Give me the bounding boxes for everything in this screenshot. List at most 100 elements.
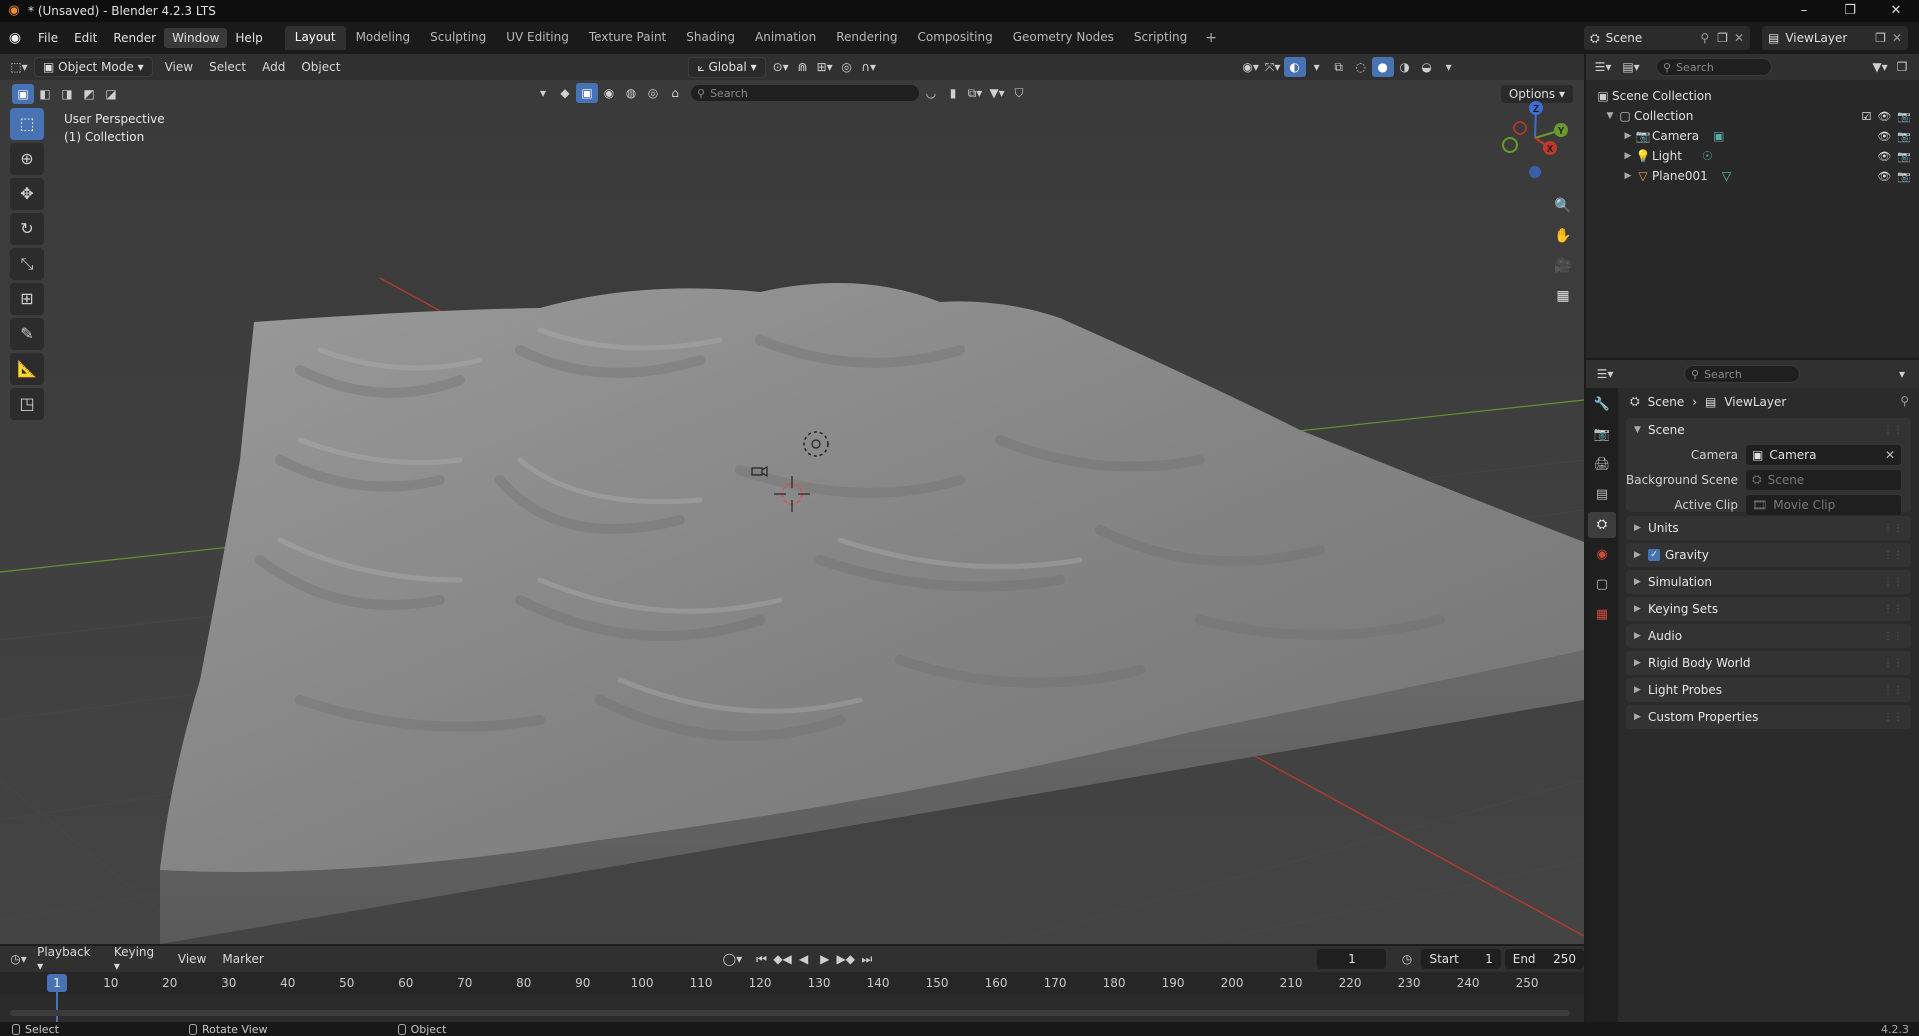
- collection-render-icon[interactable]: 📷: [1897, 110, 1911, 123]
- jump-keyframe-back-icon[interactable]: ◆◀: [772, 949, 793, 969]
- scale-tool[interactable]: ⤡: [10, 248, 44, 280]
- menu-edit[interactable]: Edit: [66, 28, 105, 48]
- zoom-icon[interactable]: 🔍: [1550, 193, 1576, 219]
- minimize-button[interactable]: –: [1781, 0, 1827, 22]
- render-tab-icon[interactable]: 📷: [1588, 422, 1616, 448]
- timeline-menu-playback[interactable]: Playback ▾: [29, 943, 106, 975]
- select-subtract-icon[interactable]: ◨: [56, 84, 78, 104]
- add-workspace-button[interactable]: +: [1197, 26, 1225, 50]
- plane-visibility-icon[interactable]: 👁: [1877, 170, 1891, 183]
- drag-handle-icon[interactable]: ⋮⋮: [1883, 631, 1903, 642]
- texture-tab-icon[interactable]: ▦: [1588, 602, 1616, 628]
- light-visibility-icon[interactable]: 👁: [1877, 150, 1891, 163]
- 3d-viewport[interactable]: ▣ ◧ ◨ ◩ ◪ ▾ ◆ ▣ ◉ ◍ ◎ ⌂ ⚲ Search ◡ ▮ ⧉▾ …: [0, 80, 1584, 944]
- surface-filter-icon[interactable]: ◍: [620, 83, 642, 103]
- annotate-tool[interactable]: ✎: [10, 318, 44, 350]
- collection-expand-icon[interactable]: ▼: [1604, 111, 1616, 121]
- tab-modeling[interactable]: Modeling: [346, 26, 421, 50]
- perspective-toggle-icon[interactable]: ▦: [1550, 283, 1576, 309]
- menu-render[interactable]: Render: [105, 28, 164, 48]
- overlays-icon[interactable]: ◐: [1283, 57, 1306, 77]
- timeline-menu-marker[interactable]: Marker: [214, 950, 271, 968]
- properties-editor-type-icon[interactable]: ☰▾: [1594, 364, 1616, 384]
- gravity-checkbox[interactable]: ✓: [1648, 549, 1660, 561]
- rendered-shading-icon[interactable]: ◒: [1416, 57, 1438, 77]
- mesh-filter-icon[interactable]: ▣: [576, 83, 598, 103]
- keying-sets-panel[interactable]: ▶ Keying Sets ⋮⋮: [1626, 597, 1911, 621]
- tab-sculpting[interactable]: Sculpting: [420, 26, 496, 50]
- close-button[interactable]: ✕: [1873, 0, 1919, 22]
- measure-tool[interactable]: 📐: [10, 353, 44, 385]
- auto-keying-icon[interactable]: ◯▾: [722, 949, 743, 969]
- drag-handle-icon[interactable]: ⋮⋮: [1883, 712, 1903, 723]
- playhead[interactable]: 1: [47, 974, 67, 992]
- plane-render-icon[interactable]: 📷: [1897, 170, 1911, 183]
- light-data-icon[interactable]: ☉: [1702, 149, 1713, 163]
- shield-icon[interactable]: ⛉: [1008, 83, 1030, 103]
- snap-icon[interactable]: ⋒: [792, 57, 814, 77]
- view-layer-selector[interactable]: ▤ ViewLayer ❐ ✕: [1762, 26, 1908, 50]
- simulation-panel[interactable]: ▶ Simulation ⋮⋮: [1626, 570, 1911, 594]
- timeline-scrollbar[interactable]: [10, 1010, 1570, 1016]
- select-box-tool[interactable]: ⬚: [10, 108, 44, 140]
- plane-expand-icon[interactable]: ▶: [1622, 171, 1634, 181]
- gizmos-icon[interactable]: ⤧▾: [1262, 57, 1284, 77]
- play-icon[interactable]: ▶: [814, 949, 835, 969]
- new-view-layer-icon[interactable]: ❐: [1875, 31, 1886, 45]
- camera-expand-icon[interactable]: ▶: [1622, 131, 1634, 141]
- play-reverse-icon[interactable]: ◀: [793, 949, 814, 969]
- viewport-menu-add[interactable]: Add: [254, 58, 293, 76]
- audio-panel[interactable]: ▶ Audio ⋮⋮: [1626, 624, 1911, 648]
- drag-handle-icon[interactable]: ⋮⋮: [1883, 523, 1903, 534]
- filter-expand-icon[interactable]: ▾: [532, 83, 554, 103]
- maximize-button[interactable]: ❐: [1827, 0, 1873, 22]
- light-probes-panel[interactable]: ▶ Light Probes ⋮⋮: [1626, 678, 1911, 702]
- pivot-point-icon[interactable]: ⊙▾: [770, 57, 792, 77]
- camera-data-icon[interactable]: ▣: [1713, 129, 1724, 143]
- gizmo-neg-z[interactable]: [1529, 166, 1541, 178]
- blender-logo-icon[interactable]: ◉: [0, 30, 30, 46]
- clear-camera-icon[interactable]: ✕: [1885, 448, 1895, 462]
- timeline-editor-type-icon[interactable]: ◷▾: [8, 949, 29, 969]
- text-filter-icon[interactable]: ◡: [920, 83, 942, 103]
- outliner-display-mode-icon[interactable]: ▤▾: [1620, 57, 1642, 77]
- camera-render-icon[interactable]: 📷: [1897, 130, 1911, 143]
- timeline-menu-view[interactable]: View: [170, 950, 214, 968]
- jump-start-icon[interactable]: ⏮: [751, 949, 772, 969]
- collection-tab-icon[interactable]: ▢: [1588, 572, 1616, 598]
- tab-texture-paint[interactable]: Texture Paint: [579, 26, 676, 50]
- tab-layout[interactable]: Layout: [284, 26, 346, 50]
- gizmo-neg-y[interactable]: [1502, 137, 1518, 153]
- preview-range-icon[interactable]: ◷: [1396, 949, 1417, 969]
- viewport-menu-select[interactable]: Select: [201, 58, 254, 76]
- move-tool[interactable]: ✥: [10, 178, 44, 210]
- overlays-dropdown-icon[interactable]: ▾: [1306, 57, 1328, 77]
- gizmo-neg-x[interactable]: [1513, 121, 1527, 135]
- add-cube-tool[interactable]: ◳: [10, 388, 44, 420]
- drag-handle-icon[interactable]: ⋮⋮: [1883, 577, 1903, 588]
- tab-uv-editing[interactable]: UV Editing: [496, 26, 579, 50]
- scene-selector[interactable]: ⛭ Scene ⚲ ❐ ✕: [1584, 26, 1750, 50]
- collection-visibility-icon[interactable]: 👁: [1877, 110, 1891, 123]
- new-collection-icon[interactable]: ❐: [1891, 57, 1913, 77]
- object-types-icon[interactable]: ◆: [554, 83, 576, 103]
- menu-file[interactable]: File: [30, 28, 66, 48]
- active-clip-field[interactable]: 🎞 Movie Clip: [1746, 494, 1901, 515]
- timeline-menu-keying[interactable]: Keying ▾: [106, 943, 170, 975]
- tab-rendering[interactable]: Rendering: [826, 26, 907, 50]
- units-panel[interactable]: ▶ Units ⋮⋮: [1626, 516, 1911, 540]
- rotate-tool[interactable]: ↻: [10, 213, 44, 245]
- visibility-icon[interactable]: ◉▾: [1240, 57, 1262, 77]
- world-tab-icon[interactable]: ◉: [1588, 542, 1616, 568]
- rigid-body-world-panel[interactable]: ▶ Rigid Body World ⋮⋮: [1626, 651, 1911, 675]
- drag-handle-icon[interactable]: ⋮⋮: [1883, 685, 1903, 696]
- xray-icon[interactable]: ⧉: [1328, 57, 1350, 77]
- output-tab-icon[interactable]: 🖨: [1588, 452, 1616, 478]
- camera-visibility-icon[interactable]: 👁: [1877, 130, 1891, 143]
- mesh-data-icon[interactable]: ▽: [1722, 169, 1731, 183]
- custom-properties-panel[interactable]: ▶ Custom Properties ⋮⋮: [1626, 705, 1911, 729]
- scene-tab-icon[interactable]: ⛭: [1588, 512, 1616, 538]
- tab-animation[interactable]: Animation: [745, 26, 826, 50]
- outliner-item-plane001[interactable]: ▶ ▽ Plane001 ▽ 👁 📷: [1586, 166, 1919, 186]
- material-shading-icon[interactable]: ◑: [1394, 57, 1416, 77]
